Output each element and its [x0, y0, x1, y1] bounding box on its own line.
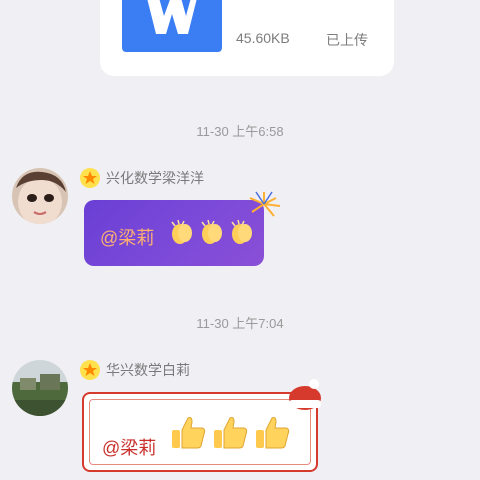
star-icon [80, 168, 100, 188]
clapping-hands-icon [231, 219, 252, 244]
message-timestamp: 11-30 上午7:04 [196, 316, 284, 331]
sender-row: 华兴数学白莉 [80, 359, 190, 381]
file-message-card[interactable]: 45.60KB 已上传 [100, 0, 394, 76]
christmas-hat-icon [289, 379, 321, 410]
clapping-hands-icon [171, 219, 192, 244]
thumbs-up-icon [214, 417, 248, 449]
upload-status: 已上传 [326, 32, 368, 48]
message-bubble[interactable]: @梁莉 [84, 200, 264, 266]
message-timestamp: 11-30 上午6:58 [196, 124, 284, 139]
mention-text: @梁莉 [102, 438, 157, 458]
sender-name: 兴化数学梁洋洋 [106, 170, 204, 186]
message-bubble[interactable]: @梁莉 [82, 392, 318, 472]
firework-decoration-icon [249, 191, 281, 217]
thumbs-up-icon [172, 417, 206, 449]
word-document-icon [122, 0, 222, 52]
mention-text: @梁莉 [100, 228, 155, 248]
clapping-hands-icon [201, 219, 222, 244]
sender-row: 兴化数学梁洋洋 [80, 167, 204, 189]
avatar[interactable] [12, 168, 68, 224]
sender-name: 华兴数学白莉 [106, 362, 190, 378]
file-size: 45.60KB [236, 30, 290, 46]
thumbs-up-icon [256, 417, 290, 449]
star-icon [80, 360, 100, 380]
avatar[interactable] [12, 360, 68, 416]
